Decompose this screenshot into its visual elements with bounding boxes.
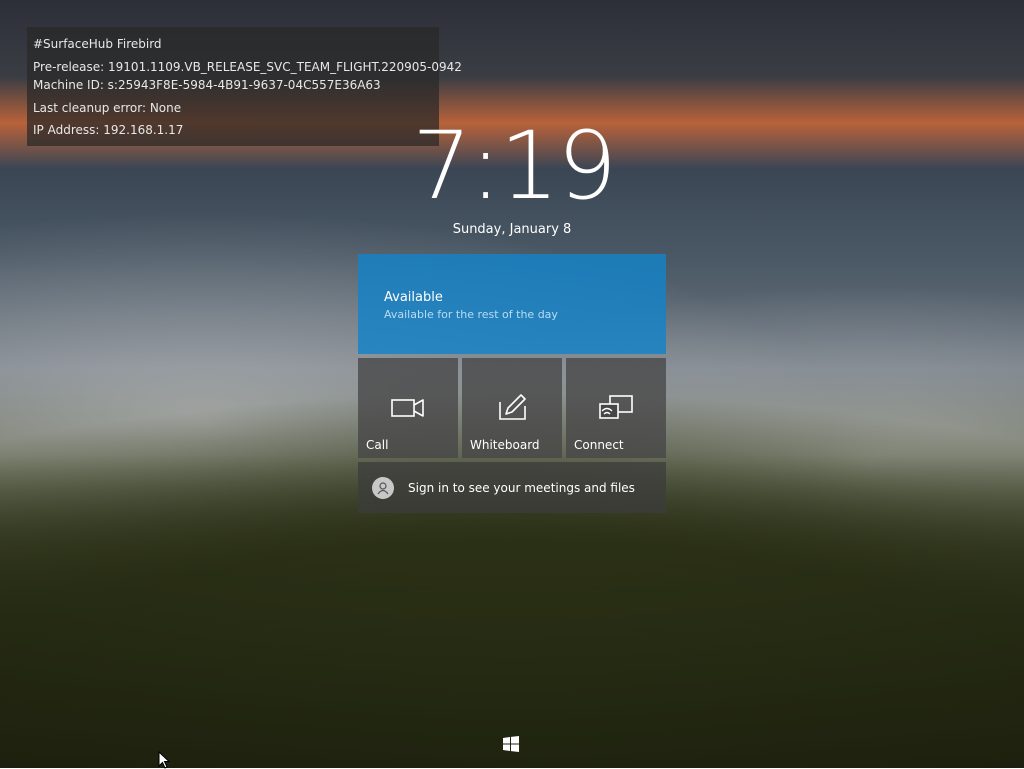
mouse-cursor-icon — [158, 751, 170, 769]
device-name — [24, 735, 34, 753]
windows-logo-icon[interactable] — [503, 736, 519, 752]
person-icon — [372, 476, 394, 499]
clock-time: 7:19 — [412, 112, 617, 221]
call-tile[interactable]: Call — [358, 358, 458, 458]
connect-label: Connect — [574, 438, 624, 452]
connect-tile[interactable]: Connect — [566, 358, 666, 458]
sign-in-button[interactable]: Sign in to see your meetings and files — [358, 462, 666, 513]
whiteboard-tile[interactable]: Whiteboard — [462, 358, 562, 458]
clock-date: Sunday, January 8 — [452, 222, 572, 237]
info-machine-id: Machine ID: s:25943F8E-5984-4B91-9637-04… — [33, 78, 381, 92]
device-info-panel: #SurfaceHub Firebird Pre-release: 19101.… — [27, 27, 462, 146]
status-subtitle: Available for the rest of the day — [384, 308, 558, 321]
info-cleanup-error: Last cleanup error: None — [33, 100, 182, 115]
status-title: Available — [384, 290, 443, 305]
pen-edit-icon — [499, 394, 526, 420]
video-camera-icon — [391, 399, 424, 417]
call-label: Call — [366, 438, 389, 452]
sign-in-text: Sign in to see your meetings and files — [408, 480, 635, 495]
availability-status-tile[interactable]: Available Available for the rest of the … — [358, 254, 666, 354]
info-title: #SurfaceHub Firebird — [33, 37, 162, 51]
whiteboard-label: Whiteboard — [470, 438, 540, 452]
cast-screen-icon — [599, 395, 633, 419]
info-ip-address: IP Address: 192.168.1.17 — [33, 123, 184, 137]
